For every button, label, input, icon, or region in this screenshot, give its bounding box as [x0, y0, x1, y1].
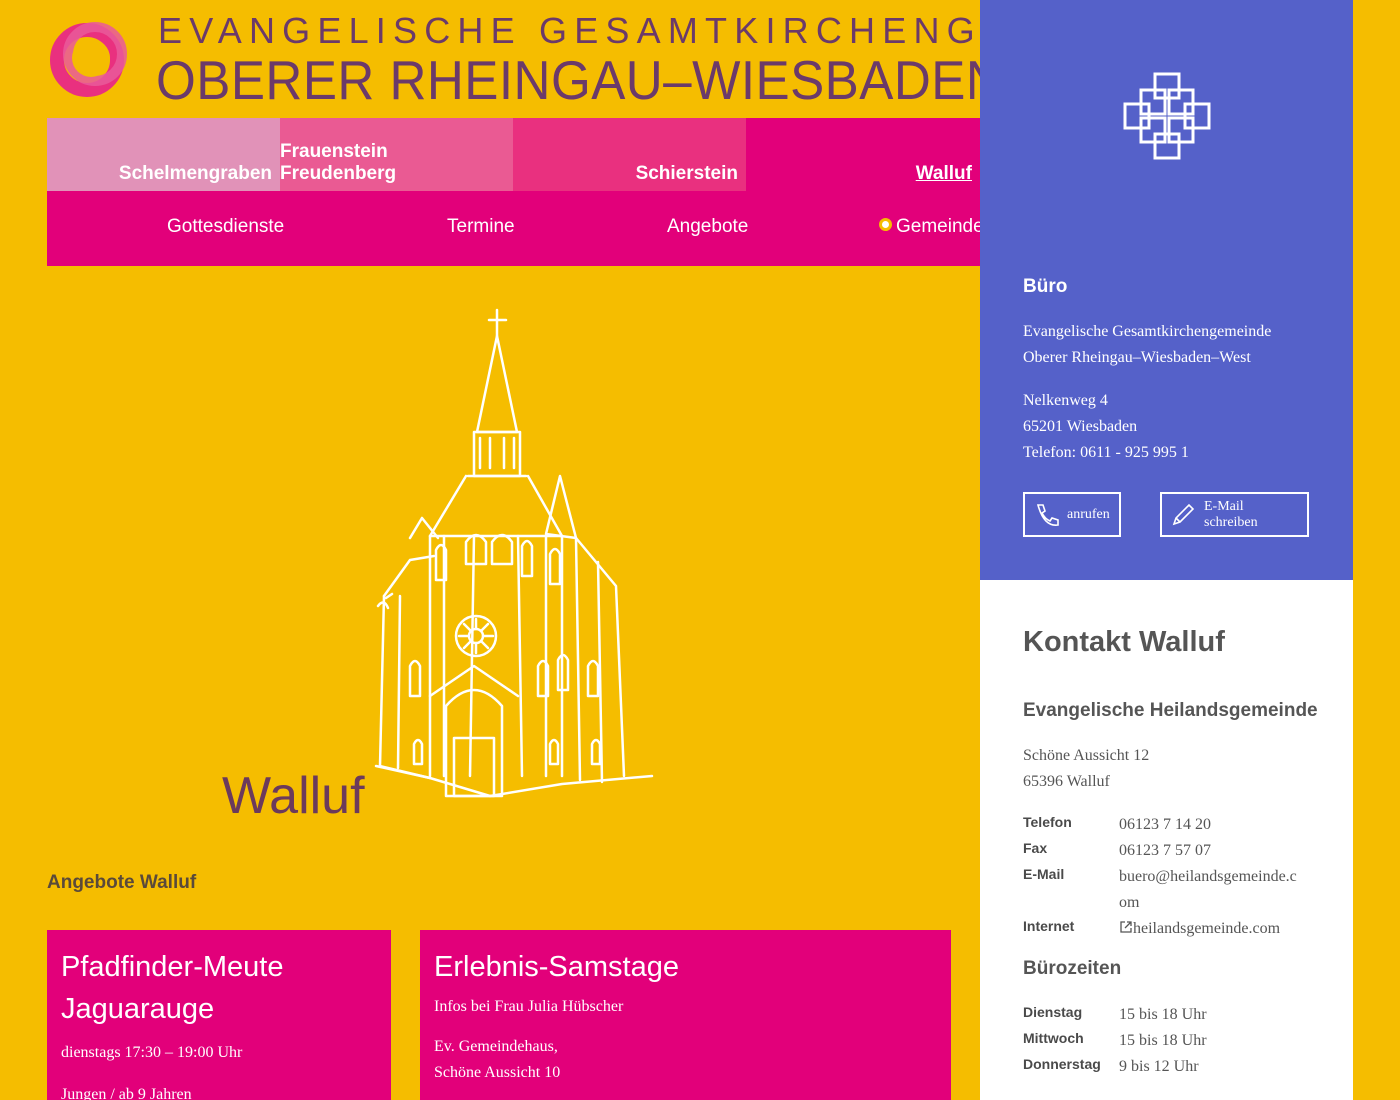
- hours-row: Donnerstag 9 bis 12 Uhr: [1023, 1054, 1199, 1080]
- office-address: Nelkenweg 4 65201 Wiesbaden Telefon: 061…: [1023, 388, 1189, 466]
- tab-frauenstein-freudenberg[interactable]: Frauenstein Freudenberg: [280, 118, 513, 191]
- call-button[interactable]: anrufen: [1023, 492, 1121, 537]
- card-title-line1: Pfadfinder-Meute: [61, 951, 284, 983]
- contact-street: Schöne Aussicht 12: [1023, 747, 1150, 764]
- subnav-termine[interactable]: Termine: [447, 216, 515, 238]
- contact-fax-row: Fax 06123 7 57 07: [1023, 838, 1211, 864]
- hours-time: 15 bis 18 Uhr: [1119, 1032, 1207, 1049]
- phone-value[interactable]: 06123 7 14 20: [1119, 812, 1211, 838]
- card-title-line2: Jaguarauge: [61, 993, 215, 1025]
- email-label: E-Mail: [1023, 866, 1065, 882]
- tab-label: Schelmengraben: [118, 163, 272, 184]
- card-schedule: dienstags 17:30 – 19:00 Uhr: [61, 1044, 243, 1061]
- tab-label: Walluf: [915, 163, 972, 184]
- card-location-line1: Ev. Gemeindehaus,: [434, 1038, 558, 1055]
- phone-icon: [1036, 503, 1059, 526]
- contact-phone-row: Telefon 06123 7 14 20: [1023, 812, 1211, 838]
- pencil-icon: [1172, 503, 1195, 525]
- fax-value: 06123 7 57 07: [1119, 842, 1211, 859]
- card-title: Erlebnis-Samstage: [434, 951, 679, 983]
- active-dot-icon: [879, 218, 892, 231]
- office-panel: Büro Evangelische Gesamtkirchengemeinde …: [980, 0, 1353, 580]
- office-street: Nelkenweg 4: [1023, 392, 1108, 409]
- contact-city: 65396 Walluf: [1023, 773, 1110, 790]
- external-link-icon: [1120, 921, 1132, 933]
- hours-day: Donnerstag: [1023, 1056, 1101, 1072]
- card-audience: Jungen / ab 9 Jahren: [61, 1086, 192, 1100]
- office-org-line1: Evangelische Gesamtkirchengemeinde: [1023, 323, 1272, 340]
- office-hours-heading: Bürozeiten: [1023, 958, 1122, 979]
- fax-label: Fax: [1023, 840, 1048, 856]
- contact-web-row: Internet heilandsgemeinde.com: [1023, 916, 1280, 942]
- office-phone: Telefon: 0611 - 925 995 1: [1023, 444, 1189, 461]
- hours-time: 9 bis 12 Uhr: [1119, 1058, 1199, 1075]
- web-label: Internet: [1023, 918, 1075, 934]
- card-location-line2: Schöne Aussicht 10: [434, 1064, 561, 1081]
- contact-email-row: E-Mail buero@heilandsgemeinde.com: [1023, 864, 1304, 916]
- subnav-gottesdienste[interactable]: Gottesdienste: [167, 216, 284, 238]
- phone-label: Telefon: [1023, 814, 1072, 830]
- tab-schierstein[interactable]: Schierstein: [513, 118, 746, 191]
- offer-card-pfadfinder[interactable]: Pfadfinder-Meute Jaguarauge dienstags 17…: [47, 930, 391, 1100]
- contact-address: Schöne Aussicht 12 65396 Walluf: [1023, 743, 1149, 795]
- hours-time: 15 bis 18 Uhr: [1119, 1006, 1207, 1023]
- contact-title: Kontakt Walluf: [1023, 626, 1225, 658]
- office-organization: Evangelische Gesamtkirchengemeinde Obere…: [1023, 319, 1271, 371]
- subnav-gemeinde[interactable]: Gemeinde: [879, 216, 984, 238]
- tab-walluf[interactable]: Walluf: [746, 118, 980, 191]
- email-button-label: E-Mail schreiben: [1204, 498, 1258, 530]
- tab-schelmengraben[interactable]: Schelmengraben: [47, 118, 280, 191]
- hours-day: Mittwoch: [1023, 1030, 1084, 1046]
- card-location: Ev. Gemeindehaus, Schöne Aussicht 10: [434, 1034, 937, 1086]
- contact-panel: Kontakt Walluf Evangelische Heilandsgeme…: [980, 580, 1353, 1100]
- hours-row: Mittwoch 15 bis 18 Uhr: [1023, 1028, 1207, 1054]
- website-link[interactable]: heilandsgemeinde.com: [1119, 916, 1280, 942]
- call-button-label: anrufen: [1067, 506, 1110, 522]
- cross-icon: [1123, 72, 1211, 160]
- offer-card-erlebnis-samstage[interactable]: Erlebnis-Samstage Infos bei Frau Julia H…: [420, 930, 951, 1100]
- tab-label: Frauenstein Freudenberg: [280, 141, 397, 184]
- offers-heading: Angebote Walluf: [47, 872, 197, 893]
- card-title: Pfadfinder-Meute Jaguarauge: [61, 946, 377, 1030]
- website-text: heilandsgemeinde.com: [1133, 920, 1281, 937]
- office-org-line2: Oberer Rheingau–Wiesbaden–West: [1023, 349, 1251, 366]
- page-title: Walluf: [222, 767, 365, 825]
- email-button[interactable]: E-Mail schreiben: [1160, 492, 1309, 537]
- office-city: 65201 Wiesbaden: [1023, 418, 1138, 435]
- contact-organization: Evangelische Heilandsgemeinde: [1023, 700, 1318, 721]
- office-heading: Büro: [1023, 276, 1068, 297]
- subnav-angebote[interactable]: Angebote: [667, 216, 748, 238]
- hours-row: Dienstag 15 bis 18 Uhr: [1023, 1002, 1207, 1028]
- hours-day: Dienstag: [1023, 1004, 1083, 1020]
- main-navigation: Schelmengraben Frauenstein Freudenberg S…: [47, 118, 980, 191]
- church-illustration: [374, 308, 654, 798]
- tab-label: Schierstein: [635, 163, 738, 184]
- sub-navigation: Gottesdienste Termine Angebote Gemeinde: [47, 191, 984, 266]
- card-info: Infos bei Frau Julia Hübscher: [434, 998, 624, 1015]
- email-link[interactable]: buero@heilandsgemeinde.com: [1119, 864, 1304, 916]
- subnav-gemeinde-label: Gemeinde: [896, 216, 984, 237]
- church-logo-icon[interactable]: [47, 14, 133, 102]
